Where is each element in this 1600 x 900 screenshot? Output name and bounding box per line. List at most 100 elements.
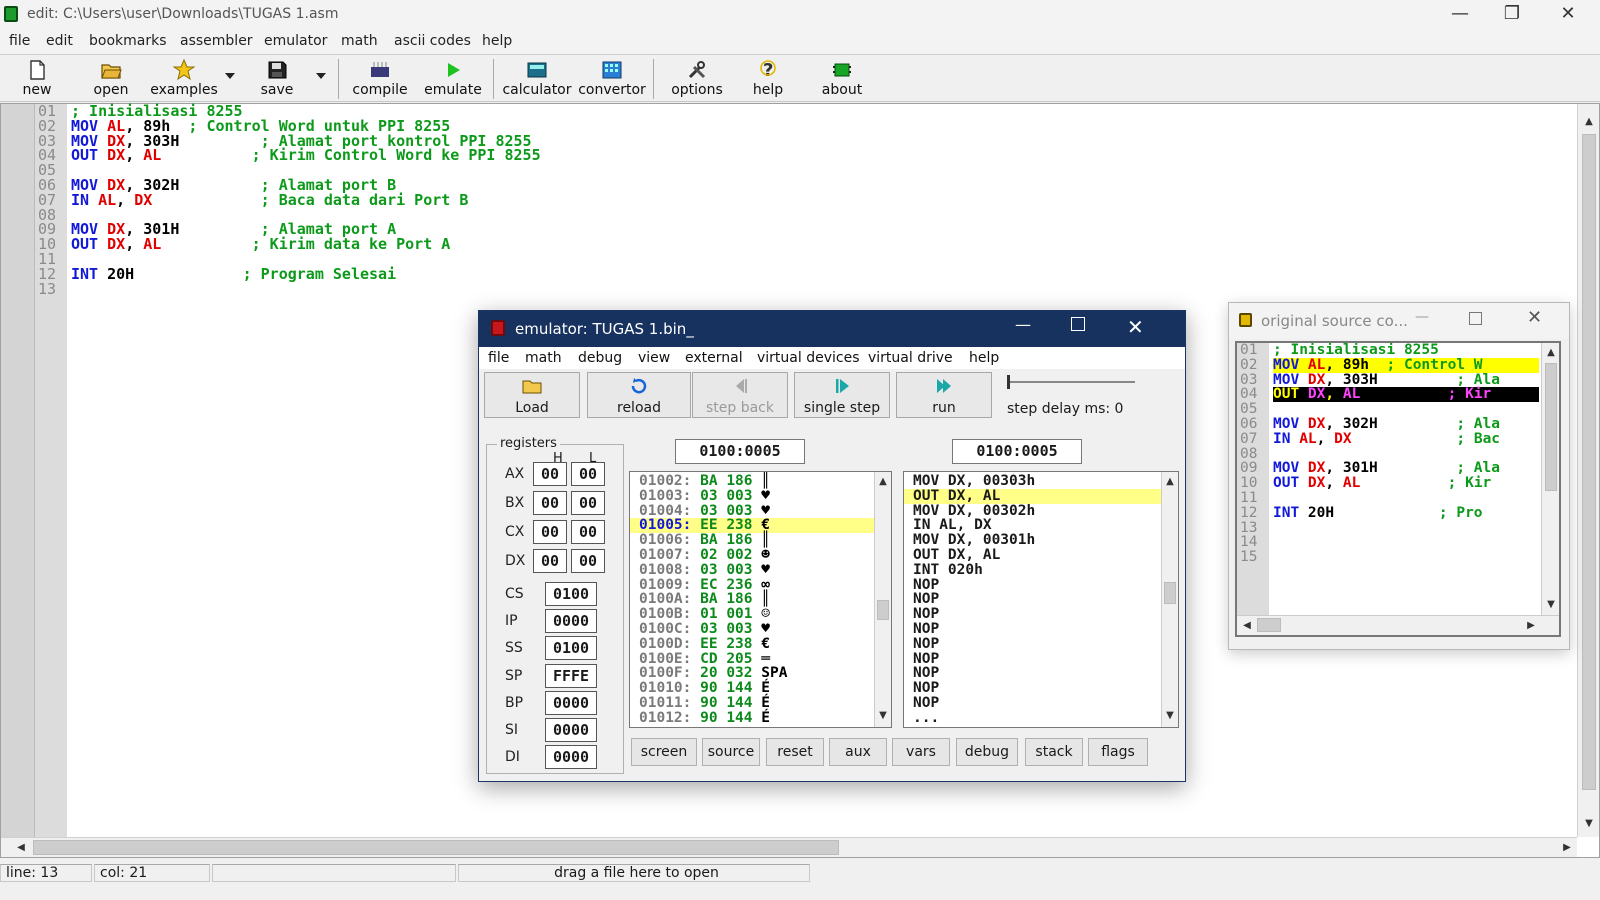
memory-scrollbar[interactable]: ▲ ▼ <box>874 472 891 727</box>
disasm-row[interactable]: OUT DX, AL <box>904 488 1178 504</box>
about-button[interactable]: about <box>816 57 868 101</box>
step-delay-slider[interactable] <box>1007 373 1137 391</box>
memory-row[interactable]: 01003: 03 003 ♥ <box>630 488 891 504</box>
scroll-down-arrow-icon[interactable]: ▼ <box>1581 816 1597 832</box>
disasm-row[interactable]: NOP <box>904 666 1178 681</box>
disasm-row[interactable]: NOP <box>904 622 1178 637</box>
memory-row[interactable]: 0100E: CD 205 ═ <box>630 651 891 667</box>
emu-menu-virtual-drive[interactable]: virtual drive <box>868 350 953 366</box>
convertor-button[interactable]: convertor <box>578 57 646 101</box>
orig-code-line[interactable]: MOV AL, 89h ; Control W <box>1273 357 1539 373</box>
emulator-close-button[interactable]: ✕ <box>1127 315 1144 339</box>
disasm-row[interactable]: MOV DX, 00302h <box>904 503 1178 519</box>
emu-menu-math[interactable]: math <box>525 350 562 366</box>
editor-vertical-scrollbar[interactable]: ▲ ▼ <box>1577 104 1599 837</box>
editor-horizontal-scrollbar[interactable]: ◀ ▶ <box>1 837 1577 857</box>
emulator-minimize-button[interactable]: — <box>1015 315 1031 334</box>
debug-button[interactable]: debug <box>956 738 1018 766</box>
register-bp-value[interactable]: 0000 <box>545 690 597 715</box>
emu-menu-external[interactable]: external <box>685 350 743 366</box>
examples-button[interactable]: examples <box>148 57 220 101</box>
orig-vscroll-thumb[interactable] <box>1545 363 1557 491</box>
orig-horizontal-scrollbar[interactable]: ◀ ▶ <box>1237 615 1559 635</box>
disasm-row[interactable]: NOP <box>904 636 1178 652</box>
disasm-scroll-down-icon[interactable]: ▼ <box>1162 708 1178 724</box>
save-button[interactable]: save <box>252 57 302 101</box>
orig-code-line[interactable]: IN AL, DX ; Bac <box>1273 431 1539 447</box>
scroll-right-arrow-icon[interactable]: ▶ <box>1559 840 1575 856</box>
reset-button[interactable]: reset <box>766 738 824 766</box>
menu-math[interactable]: math <box>341 33 378 49</box>
disasm-address-input[interactable]: 0100:0005 <box>952 439 1082 464</box>
emulate-button[interactable]: emulate <box>422 57 484 101</box>
orig-code-line[interactable] <box>1273 521 1539 536</box>
editor-code[interactable]: ; Inisialisasi 8255 MOV AL, 89h ; Control… <box>71 104 541 296</box>
examples-dropdown-icon[interactable] <box>225 73 235 79</box>
orig-code-line[interactable] <box>1273 491 1539 506</box>
memory-row[interactable]: 01002: BA 186 ║ <box>630 474 891 489</box>
memory-scroll-thumb[interactable] <box>877 600 889 620</box>
register-sp-value[interactable]: FFFE <box>545 663 597 688</box>
code-line[interactable]: OUT DX, AL ; Kirim Control Word ke PPI 8… <box>71 148 541 163</box>
disasm-row[interactable]: ... <box>904 710 1178 726</box>
memory-scroll-up-icon[interactable]: ▲ <box>875 474 891 490</box>
run-button[interactable]: run <box>896 372 992 418</box>
memory-address-input[interactable]: 0100:0005 <box>675 439 805 464</box>
disasm-row[interactable]: IN AL, DX <box>904 518 1178 533</box>
menu-file[interactable]: file <box>9 33 30 49</box>
minimize-button[interactable]: — <box>1432 0 1488 30</box>
memory-row[interactable]: 0100F: 20 032 SPA <box>630 666 891 681</box>
emulator-maximize-button[interactable] <box>1071 317 1085 331</box>
emu-menu-view[interactable]: view <box>638 350 670 366</box>
open-button[interactable]: open <box>86 57 136 101</box>
emu-menu-debug[interactable]: debug <box>578 350 622 366</box>
emu-menu-virtual-devices[interactable]: virtual devices <box>757 350 860 366</box>
register-bx-high[interactable]: 00 <box>533 491 567 515</box>
disasm-scrollbar[interactable]: ▲ ▼ <box>1161 472 1178 727</box>
register-ip-value[interactable]: 0000 <box>545 609 597 634</box>
reload-button[interactable]: reload <box>587 372 691 418</box>
memory-row[interactable]: 0100B: 01 001 ☺ <box>630 607 891 622</box>
memory-row[interactable]: 0100C: 03 003 ♥ <box>630 622 891 637</box>
code-line[interactable]: IN AL, DX ; Baca data dari Port B <box>71 192 541 208</box>
register-dx-low[interactable]: 00 <box>571 549 605 573</box>
register-di-value[interactable]: 0000 <box>545 745 597 770</box>
orig-code-line[interactable]: OUT DX, AL ; Kir <box>1273 387 1539 403</box>
disasm-row[interactable]: INT 020h <box>904 562 1178 578</box>
register-cs-value[interactable]: 0100 <box>545 582 597 606</box>
disasm-row[interactable]: NOP <box>904 681 1178 696</box>
orig-code-line[interactable] <box>1273 535 1539 550</box>
code-line[interactable]: OUT DX, AL ; Kirim data ke Port A <box>71 237 541 252</box>
code-line[interactable]: INT 20H ; Program Selesai <box>71 266 541 282</box>
emu-menu-file[interactable]: file <box>488 350 509 366</box>
orig-code-line[interactable]: MOV DX, 301H ; Ala <box>1273 461 1539 476</box>
memory-row[interactable]: 01006: BA 186 ║ <box>630 533 891 548</box>
save-dropdown-icon[interactable] <box>316 73 326 79</box>
orig-maximize-button[interactable] <box>1469 312 1482 325</box>
orig-scroll-right-icon[interactable]: ▶ <box>1523 618 1539 634</box>
memory-row[interactable]: 01012: 90 144 É <box>630 710 891 726</box>
aux-button[interactable]: aux <box>829 738 887 766</box>
orig-minimize-button[interactable]: — <box>1415 309 1429 325</box>
compile-button[interactable]: compile <box>347 57 413 101</box>
orig-code-line[interactable]: OUT DX, AL ; Kir <box>1273 476 1539 491</box>
help-button[interactable]: ? help <box>748 57 788 101</box>
orig-code-line[interactable]: INT 20H ; Pro <box>1273 505 1539 521</box>
memory-row[interactable]: 01004: 03 003 ♥ <box>630 503 891 519</box>
orig-vertical-scrollbar[interactable]: ▲ ▼ <box>1541 343 1559 615</box>
memory-list[interactable]: 01002: BA 186 ║ 01003: 03 003 ♥ 01004: 03 … <box>629 471 892 728</box>
options-button[interactable]: options <box>666 57 728 101</box>
register-cx-low[interactable]: 00 <box>571 520 605 544</box>
orig-code-line[interactable]: MOV DX, 303H ; Ala <box>1273 372 1539 388</box>
scroll-left-arrow-icon[interactable]: ◀ <box>13 840 29 856</box>
register-ax-high[interactable]: 00 <box>533 462 567 486</box>
menu-help[interactable]: help <box>482 33 512 49</box>
orig-code-line[interactable]: MOV DX, 302H ; Ala <box>1273 417 1539 432</box>
calculator-button[interactable]: calculator <box>500 57 574 101</box>
menu-ascii-codes[interactable]: ascii codes <box>394 33 471 49</box>
disasm-row[interactable]: NOP <box>904 651 1178 667</box>
memory-row[interactable]: 01008: 03 003 ♥ <box>630 562 891 578</box>
menu-edit[interactable]: edit <box>46 33 73 49</box>
memory-row[interactable]: 0100D: EE 238 € <box>630 636 891 652</box>
vars-button[interactable]: vars <box>892 738 950 766</box>
